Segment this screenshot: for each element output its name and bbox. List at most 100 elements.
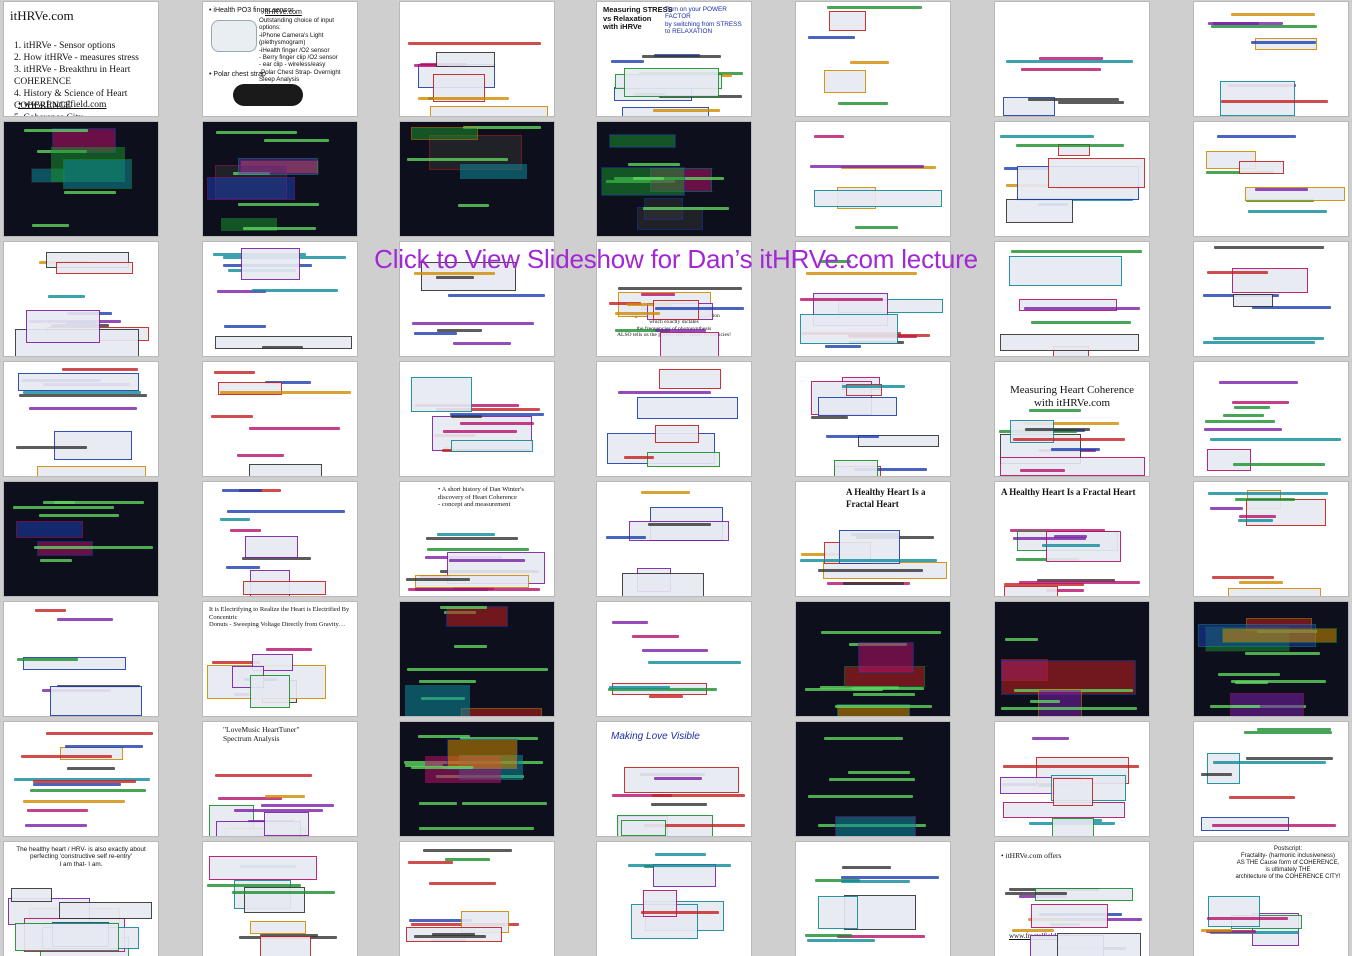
slide-text-line [24, 129, 88, 132]
slide-text-line [450, 413, 544, 416]
slide-thumbnail[interactable]: Measuring Heart Coherence with itHRVe.co… [995, 362, 1149, 476]
slide-text-line [1248, 210, 1327, 213]
slide-figure [245, 536, 298, 558]
slide-thumbnail[interactable]: Postscript: Fractality- (harmonic inclus… [1194, 842, 1348, 956]
slide-text-line [408, 42, 541, 45]
slide-thumbnail[interactable]: A Healthy Heart Is a Fractal Heart [796, 482, 950, 596]
slide-text-line [850, 61, 889, 64]
slide-thumbnail[interactable] [796, 2, 950, 116]
slide-thumbnail[interactable] [203, 482, 357, 596]
slide-thumbnail[interactable] [995, 2, 1149, 116]
slide-thumbnail[interactable] [1194, 482, 1348, 596]
slide-thumbnail[interactable] [995, 122, 1149, 236]
slide-thumbnail[interactable] [597, 122, 751, 236]
slide-thumbnail-grid[interactable]: itHRVe.com 1. itHRVe - Sensor options 2. H… [0, 0, 1352, 956]
slide-thumbnail[interactable] [400, 362, 554, 476]
slide-title: itHRVe.com [10, 8, 74, 23]
slide-thumbnail[interactable] [995, 722, 1149, 836]
slide-figure [238, 158, 318, 175]
slide-thumbnail[interactable] [597, 602, 751, 716]
slide-thumbnail[interactable] [203, 842, 357, 956]
slide-figure [18, 373, 139, 391]
slide-figure [1006, 199, 1073, 223]
slide-thumbnail[interactable] [597, 842, 751, 956]
slide-text-line [1016, 144, 1124, 147]
slide-thumbnail[interactable]: • iHealth PO3 finger sensor itHRVe.com Out… [203, 2, 357, 116]
slide-text-line [1210, 438, 1341, 441]
slide-text-line [843, 582, 904, 585]
slide-text-line [633, 177, 664, 180]
slide-text-line [1031, 321, 1131, 324]
slide-thumbnail[interactable] [4, 362, 158, 476]
slide-text-line [411, 766, 473, 769]
slide-text-line [440, 606, 487, 609]
slide-figure [436, 52, 495, 67]
slide-thumbnail[interactable] [4, 602, 158, 716]
slide-text-line [1210, 507, 1243, 510]
slide-figure [1233, 294, 1273, 307]
slide-text-line [1042, 544, 1100, 547]
slide-text-line [414, 935, 486, 938]
slide-thumbnail[interactable] [597, 482, 751, 596]
slide-figure [1053, 778, 1093, 806]
slide-thumbnail[interactable] [1194, 2, 1348, 116]
slide-text-line [21, 755, 112, 758]
slide-thumbnail[interactable] [1194, 362, 1348, 476]
slide-text-line [1013, 537, 1086, 540]
slide-thumbnail[interactable] [4, 722, 158, 836]
slide-thumbnail[interactable]: The healthy heart / HRV- is also exactly… [4, 842, 158, 956]
slide-text-line [34, 546, 153, 549]
slide-text-line [1218, 673, 1280, 676]
slide-figure [209, 856, 317, 880]
slide-figure [624, 68, 719, 97]
slide-text-line [855, 226, 898, 229]
slide-thumbnail[interactable] [400, 842, 554, 956]
slide-thumbnail[interactable]: A Healthy Heart Is a Fractal Heart [995, 482, 1149, 596]
slide-thumbnail[interactable] [1194, 122, 1348, 236]
slide-text-line [825, 345, 861, 348]
slide-text-line [23, 800, 125, 803]
slide-thumbnail[interactable] [400, 2, 554, 116]
slide-thumbnail[interactable] [400, 122, 554, 236]
slide-thumbnail[interactable]: Measuring STRESS vs Relaxation with iHRV… [597, 2, 751, 116]
slide-text-line [1006, 60, 1133, 63]
slide-figure [824, 70, 866, 93]
slide-figure [1222, 628, 1337, 643]
slide-thumbnail[interactable]: It is Electrifying to Realize the Heart … [203, 602, 357, 716]
view-slideshow-link[interactable]: Click to View Slideshow for Dan’s itHRVe… [0, 244, 1352, 274]
slide-thumbnail[interactable] [796, 722, 950, 836]
slide-text-line [35, 609, 66, 612]
slide-text-line [1244, 731, 1332, 734]
slide-thumbnail[interactable] [796, 362, 950, 476]
slide-thumbnail[interactable] [400, 722, 554, 836]
slide-figure [15, 923, 119, 951]
slide-thumbnail[interactable]: itHRVe.com 1. itHRVe - Sensor options 2. H… [4, 2, 158, 116]
slide-figure [624, 767, 739, 793]
slide-thumbnail[interactable] [796, 122, 950, 236]
slide-thumbnail[interactable] [1194, 722, 1348, 836]
slide-thumbnail[interactable] [796, 602, 950, 716]
slide-thumbnail[interactable] [4, 122, 158, 236]
slide-title: • itHRVe.com offers [1001, 851, 1062, 860]
slide-thumbnail[interactable] [597, 362, 751, 476]
slide-text-line [653, 109, 720, 112]
slide-thumbnail[interactable]: "LoveMusic HeartTuner" Spectrum Analysis [203, 722, 357, 836]
slide-thumbnail[interactable]: • A short history of Dan Winter's discov… [400, 482, 554, 596]
slide-thumbnail[interactable] [203, 122, 357, 236]
slide-thumbnail[interactable] [4, 482, 158, 596]
slide-thumbnail[interactable] [796, 842, 950, 956]
slide-thumbnail[interactable] [400, 602, 554, 716]
slide-title: "LoveMusic HeartTuner" Spectrum Analysis [223, 725, 300, 743]
slide-text-line [249, 427, 340, 430]
slide-thumbnail[interactable] [995, 602, 1149, 716]
slide-thumbnail[interactable] [203, 362, 357, 476]
slide-text-line [1211, 25, 1317, 28]
slide-text-line [1231, 13, 1315, 16]
slide-thumbnail[interactable]: Making Love Visible [597, 722, 751, 836]
slide-thumbnail[interactable] [1194, 602, 1348, 716]
slide-url[interactable]: • www.fractalfield.com [18, 100, 106, 110]
slide-figure [653, 300, 699, 320]
slide-thumbnail[interactable]: • itHRVe.com offerswww.fractalfield.com [995, 842, 1149, 956]
slide-text-line [46, 732, 153, 735]
slide-figure [800, 314, 898, 344]
